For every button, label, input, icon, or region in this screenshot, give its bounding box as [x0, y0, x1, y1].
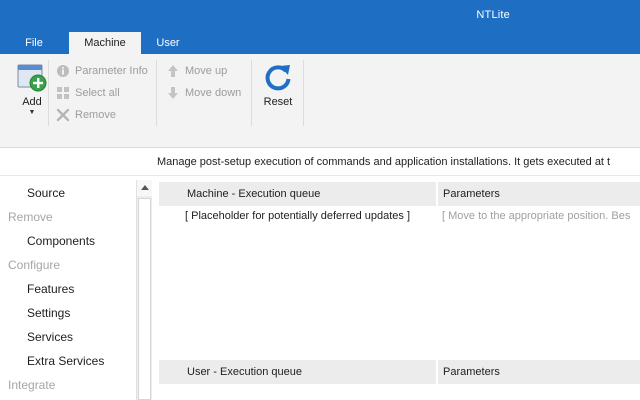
column-header-parameters[interactable]: Parameters — [443, 366, 500, 378]
sidebar-nav: Source Remove Components Configure Featu… — [0, 177, 131, 400]
refresh-icon — [265, 65, 291, 91]
sidebar-scrollbar[interactable] — [136, 180, 152, 400]
arrow-down-icon — [168, 87, 178, 99]
grid-header: Machine - Execution queue Parameters — [159, 182, 640, 206]
queue-item-name: [ Placeholder for potentially deferred u… — [185, 210, 411, 222]
scroll-up-button[interactable] — [137, 180, 152, 196]
tab-machine[interactable]: Machine — [69, 32, 141, 54]
move-down-label: Move down — [185, 87, 242, 99]
sidebar-item-components[interactable]: Components — [27, 233, 95, 249]
user-execution-queue: User - Execution queue Parameters — [159, 360, 640, 384]
column-header-parameters[interactable]: Parameters — [443, 188, 500, 200]
move-up-label: Move up — [185, 65, 228, 77]
tab-user[interactable]: User — [146, 32, 190, 54]
sidebar-group-integrate: Integrate — [8, 378, 56, 392]
ribbon-separator — [48, 60, 49, 126]
grid-icon — [57, 87, 69, 99]
arrow-up-icon — [168, 65, 178, 77]
select-all-label: Select all — [75, 87, 120, 99]
reset-button-label: Reset — [263, 96, 293, 108]
add-icon — [17, 64, 47, 92]
sidebar-item-services[interactable]: Services — [27, 329, 73, 345]
queue-item-parameters: [ Move to the appropriate position. Bes — [442, 210, 631, 222]
title-bar: NTLite — [0, 0, 640, 32]
scrollbar-thumb[interactable] — [138, 198, 151, 400]
column-header-queue[interactable]: Machine - Execution queue — [187, 188, 320, 200]
column-divider[interactable] — [436, 360, 438, 384]
page-description-bar: Manage post-setup execution of commands … — [0, 148, 640, 176]
ribbon-toolbar: Add ▼ Parameter Info Select all Remove M… — [0, 54, 640, 148]
page-description: Manage post-setup execution of commands … — [157, 156, 611, 168]
sidebar-item-features[interactable]: Features — [27, 281, 74, 297]
table-row[interactable]: [ Placeholder for potentially deferred u… — [159, 206, 640, 228]
close-icon — [56, 108, 70, 122]
sidebar-item-extra-services[interactable]: Extra Services — [27, 353, 104, 369]
remove-label: Remove — [75, 109, 116, 121]
ribbon-tab-bar: File Machine User — [0, 32, 640, 54]
sidebar-item-source[interactable]: Source — [27, 185, 65, 201]
grid-header: User - Execution queue Parameters — [159, 360, 640, 384]
parameter-info-label: Parameter Info — [75, 65, 148, 77]
ribbon-separator — [156, 60, 157, 126]
column-header-queue[interactable]: User - Execution queue — [187, 366, 302, 378]
sidebar-group-configure: Configure — [8, 258, 61, 272]
ribbon-separator — [251, 60, 252, 126]
window-title: NTLite — [476, 9, 510, 21]
machine-execution-queue: Machine - Execution queue Parameters [ P… — [159, 182, 640, 228]
sidebar-item-settings[interactable]: Settings — [27, 305, 70, 321]
reset-button[interactable]: Reset — [256, 62, 300, 118]
tab-file[interactable]: File — [14, 32, 54, 54]
ribbon-separator — [303, 60, 304, 126]
info-icon — [57, 65, 69, 77]
sidebar-group-remove: Remove — [8, 210, 53, 224]
column-divider[interactable] — [436, 182, 438, 206]
